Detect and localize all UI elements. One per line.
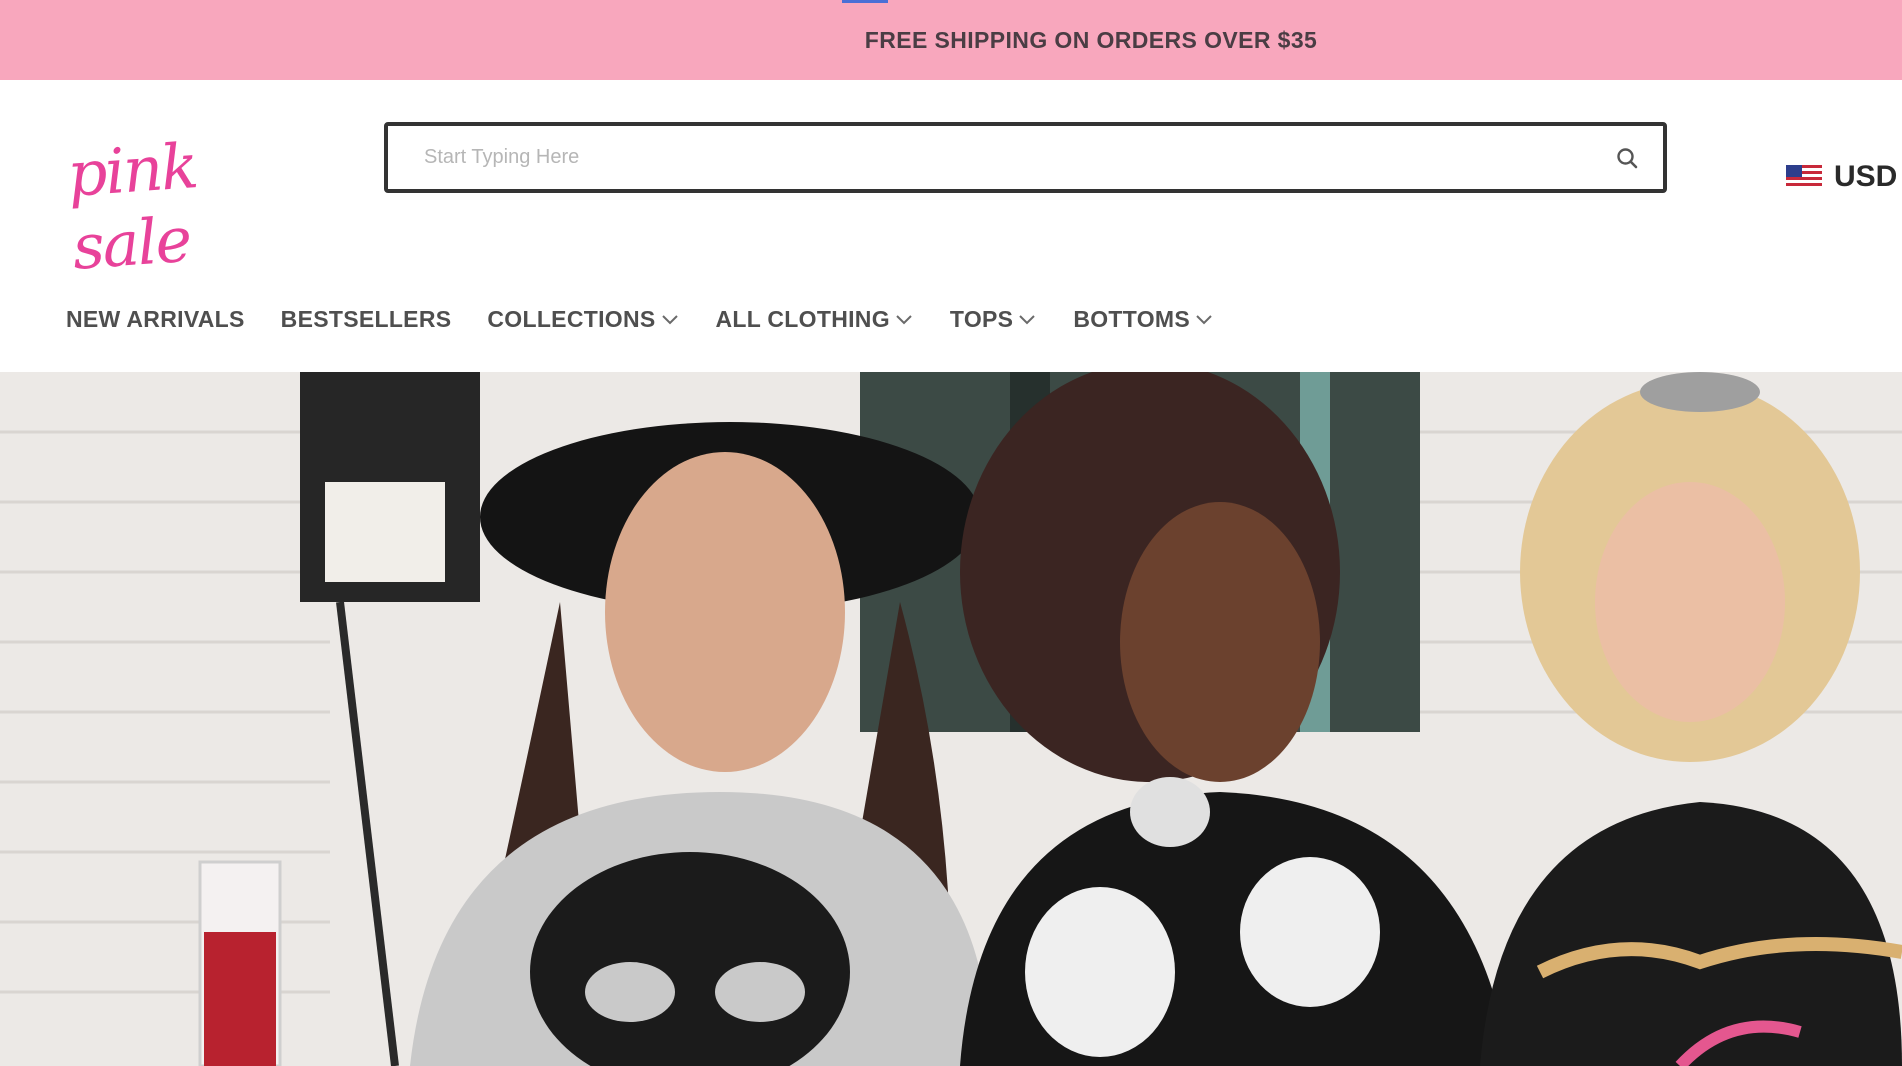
nav-item-label: BESTSELLERS	[280, 306, 452, 332]
nav-new-arrivals[interactable]: NEW ARRIVALS	[66, 306, 245, 333]
us-flag-icon	[1786, 165, 1822, 189]
currency-selector[interactable]: USD	[1786, 160, 1897, 194]
brand-logo[interactable]: pink sale	[65, 122, 301, 284]
nav-collections[interactable]: COLLECTIONS	[487, 306, 679, 333]
search-icon[interactable]	[1615, 146, 1639, 170]
search-bar[interactable]	[384, 122, 1667, 193]
chevron-down-icon	[1196, 314, 1212, 324]
main-nav: NEW ARRIVALS BESTSELLERS COLLECTIONS ALL…	[66, 306, 1250, 333]
nav-all-clothing[interactable]: ALL CLOTHING	[716, 306, 914, 333]
nav-item-label: TOPS	[949, 306, 1014, 332]
promo-tab-indicator	[842, 0, 888, 3]
search-input[interactable]	[424, 126, 1574, 189]
nav-item-label: COLLECTIONS	[487, 306, 656, 332]
chevron-down-icon	[1019, 314, 1036, 324]
nav-item-label: BOTTOMS	[1073, 306, 1190, 332]
nav-bestsellers[interactable]: BESTSELLERS	[281, 306, 452, 333]
nav-tops[interactable]: TOPS	[950, 306, 1037, 333]
hero-image	[0, 372, 1902, 1066]
currency-label: USD	[1834, 160, 1898, 193]
site-header: pink sale USD NEW ARRIVALS BESTSELLERS C…	[0, 80, 1902, 372]
chevron-down-icon	[661, 314, 678, 324]
nav-bottoms[interactable]: BOTTOMS	[1073, 306, 1214, 333]
hero-banner[interactable]	[0, 372, 1902, 1066]
promo-banner: FREE SHIPPING ON ORDERS OVER $35	[0, 0, 1902, 80]
promo-text: FREE SHIPPING ON ORDERS OVER $35	[864, 26, 1318, 53]
nav-item-label: ALL CLOTHING	[715, 306, 890, 332]
chevron-down-icon	[896, 314, 912, 324]
nav-item-label: NEW ARRIVALS	[66, 306, 245, 332]
